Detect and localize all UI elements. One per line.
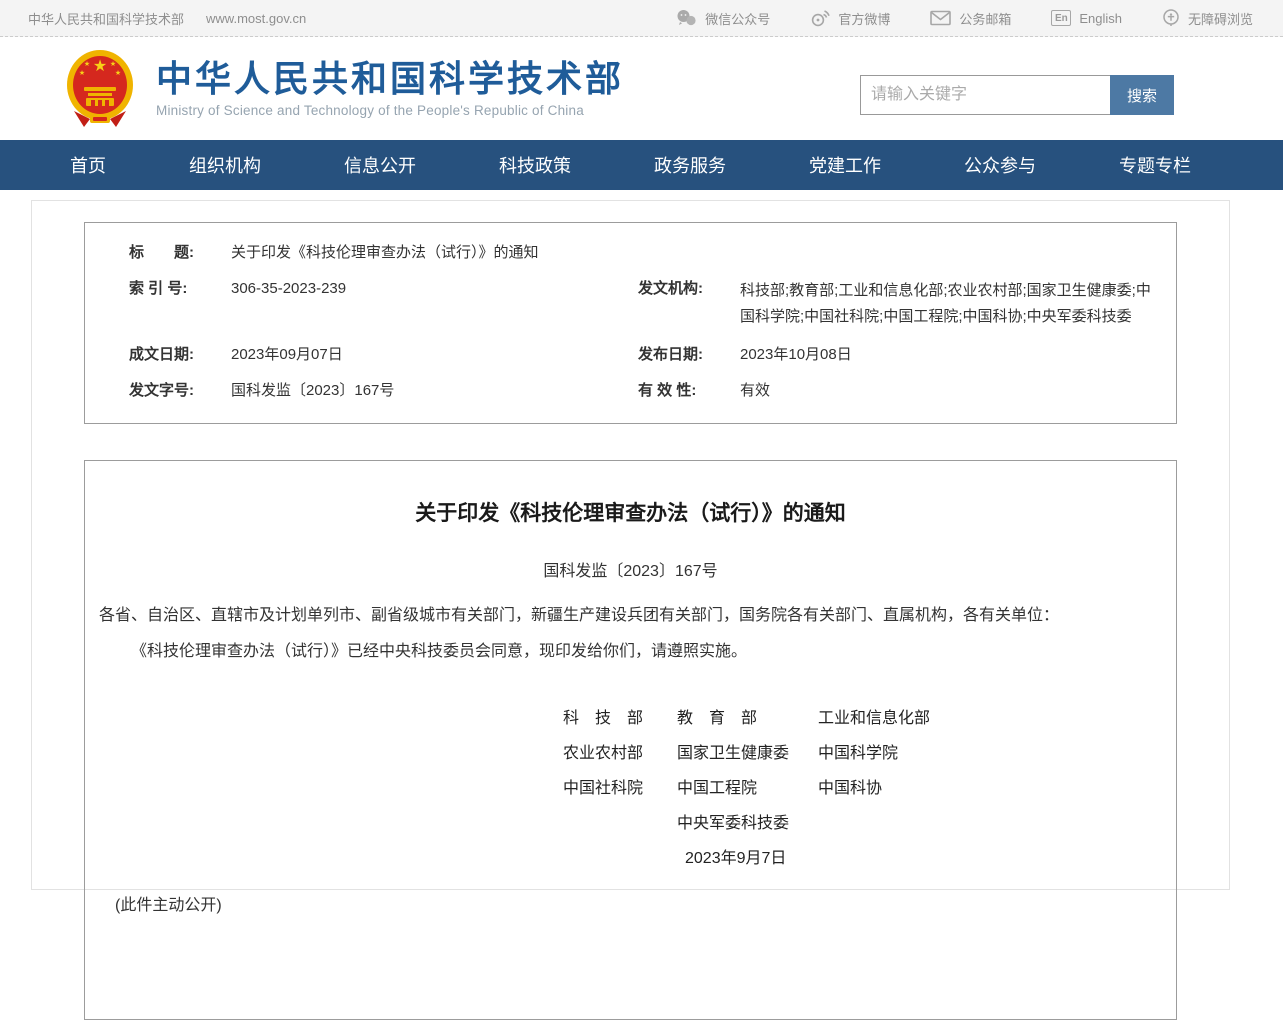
accessibility-label: 无障碍浏览 [1188,9,1253,28]
main-navbar: 首页 组织机构 信息公开 科技政策 政务服务 党建工作 公众参与 专题专栏 [0,140,1283,190]
site-search: 搜索 [860,75,1174,115]
meta-doc-number-value: 国科发监〔2023〕167号 [231,380,394,402]
site-name: 中华人民共和国科学技术部 [28,9,184,28]
signer: 工业和信息化部 [818,709,1162,729]
search-button[interactable]: 搜索 [1110,75,1174,115]
nav-item-party-building[interactable]: 党建工作 [809,152,881,178]
meta-validity-value: 有效 [740,380,770,402]
meta-title-value: 关于印发《科技伦理审查办法（试行）》的通知 [231,242,539,264]
meta-row-doc-number: 发文字号: 国科发监〔2023〕167号 [85,373,638,409]
meta-index-value: 306-35-2023-239 [231,278,346,330]
nav-item-public-participation[interactable]: 公众参与 [964,152,1036,178]
signer: 国家卫生健康委 [677,744,818,764]
nav-item-special-topics[interactable]: 专题专栏 [1119,152,1191,178]
document-title: 关于印发《科技伦理审查办法（试行）》的通知 [99,497,1162,527]
accessibility-icon [1162,9,1180,27]
signer: 中国社科院 [563,779,677,799]
site-url[interactable]: www.most.gov.cn [206,11,306,26]
svg-text:★: ★ [110,60,116,68]
meta-row-issuer: 发文机构: 科技部;教育部;工业和信息化部;农业农村部;国家卫生健康委;中国科学… [638,271,1176,337]
masthead: ★ ★ ★ ★ ★ 中华人民共和国科学技术部 Ministry of Scien… [0,37,1283,140]
meta-issuer-value: 科技部;教育部;工业和信息化部;农业农村部;国家卫生健康委;中国科学院;中国社科… [740,278,1158,330]
meta-date-written-label: 成文日期: [129,344,213,366]
wechat-link[interactable]: 微信公众号 [675,9,770,28]
svg-text:★: ★ [84,60,90,68]
meta-index-label: 索 引 号: [129,278,213,330]
signer: 中国工程院 [677,779,818,799]
nav-item-home[interactable]: 首页 [70,152,106,178]
svg-text:★: ★ [79,69,85,77]
nav-item-sci-tech-policy[interactable]: 科技政策 [499,152,571,178]
national-emblem-logo: ★ ★ ★ ★ ★ [64,49,136,129]
signer: 科 技 部 [563,709,677,729]
signer: 中国科学院 [818,744,1162,764]
svg-text:★: ★ [115,69,121,77]
signature-row: 科 技 部 教 育 部 工业和信息化部 [563,709,1162,729]
meta-date-published-value: 2023年10月08日 [740,344,852,366]
search-input[interactable] [860,75,1110,115]
signer: 中国科协 [818,779,1162,799]
signature-date: 2023年9月7日 [677,849,818,869]
wechat-label: 微信公众号 [705,9,770,28]
meta-date-written-value: 2023年09月07日 [231,344,343,366]
nav-item-organization[interactable]: 组织机构 [189,152,261,178]
svg-text:★: ★ [93,58,107,75]
document-paragraph-recipients: 各省、自治区、直辖市及计划单列市、副省级城市有关部门，新疆生产建设兵团有关部门，… [99,605,1162,627]
meta-validity-label: 有 效 性: [638,380,722,402]
signature-row: 农业农村部 国家卫生健康委 中国科学院 [563,744,1162,764]
meta-row-empty [638,235,1176,271]
signature-date-row: 2023年9月7日 [563,849,1162,869]
meta-row-index: 索 引 号: 306-35-2023-239 [85,271,638,337]
accessibility-link[interactable]: 无障碍浏览 [1162,9,1253,28]
english-link[interactable]: En English [1051,10,1122,26]
nav-item-gov-services[interactable]: 政务服务 [654,152,726,178]
content-container: 标 题: 关于印发《科技伦理审查办法（试行）》的通知 索 引 号: 306-35… [31,200,1230,890]
signer: 教 育 部 [677,709,818,729]
meta-date-published-label: 发布日期: [638,344,722,366]
document-number: 国科发监〔2023〕167号 [99,557,1162,581]
wechat-icon [675,9,697,27]
mail-icon [930,10,951,26]
meta-doc-number-label: 发文字号: [129,380,213,402]
weibo-link[interactable]: 官方微博 [810,9,890,28]
meta-issuer-label: 发文机构: [638,278,722,330]
weibo-icon [810,9,830,27]
meta-row-title: 标 题: 关于印发《科技伦理审查办法（试行）》的通知 [85,235,638,271]
meta-row-validity: 有 效 性: 有效 [638,373,1176,409]
document-metadata-box: 标 题: 关于印发《科技伦理审查办法（试行）》的通知 索 引 号: 306-35… [84,222,1177,424]
signer: 中央军委科技委 [677,814,818,834]
signer: 农业农村部 [563,744,677,764]
top-utility-bar: 中华人民共和国科学技术部 www.most.gov.cn 微信公众号 官方微博 … [0,0,1283,37]
english-icon: En [1051,10,1071,26]
english-label: English [1079,11,1122,26]
document-paragraph-body: 《科技伦理审查办法（试行）》已经中央科技委员会同意，现印发给你们，请遵照实施。 [99,641,1162,663]
mail-link[interactable]: 公务邮箱 [930,9,1011,28]
site-title-cn: 中华人民共和国科学技术部 [156,59,624,99]
signature-block: 科 技 部 教 育 部 工业和信息化部 农业农村部 国家卫生健康委 中国科学院 … [563,709,1162,869]
signature-row: 中央军委科技委 [563,814,1162,834]
meta-row-date-published: 发布日期: 2023年10月08日 [638,337,1176,373]
document-body-box: 关于印发《科技伦理审查办法（试行）》的通知 国科发监〔2023〕167号 各省、… [84,460,1177,1020]
signature-row: 中国社科院 中国工程院 中国科协 [563,779,1162,799]
nav-item-info-disclosure[interactable]: 信息公开 [344,152,416,178]
meta-row-date-written: 成文日期: 2023年09月07日 [85,337,638,373]
document-footnote: (此件主动公开) [99,891,1162,915]
site-title-en: Ministry of Science and Technology of th… [156,103,624,118]
weibo-label: 官方微博 [838,9,890,28]
meta-title-label: 标 题: [129,242,213,264]
mail-label: 公务邮箱 [959,9,1011,28]
